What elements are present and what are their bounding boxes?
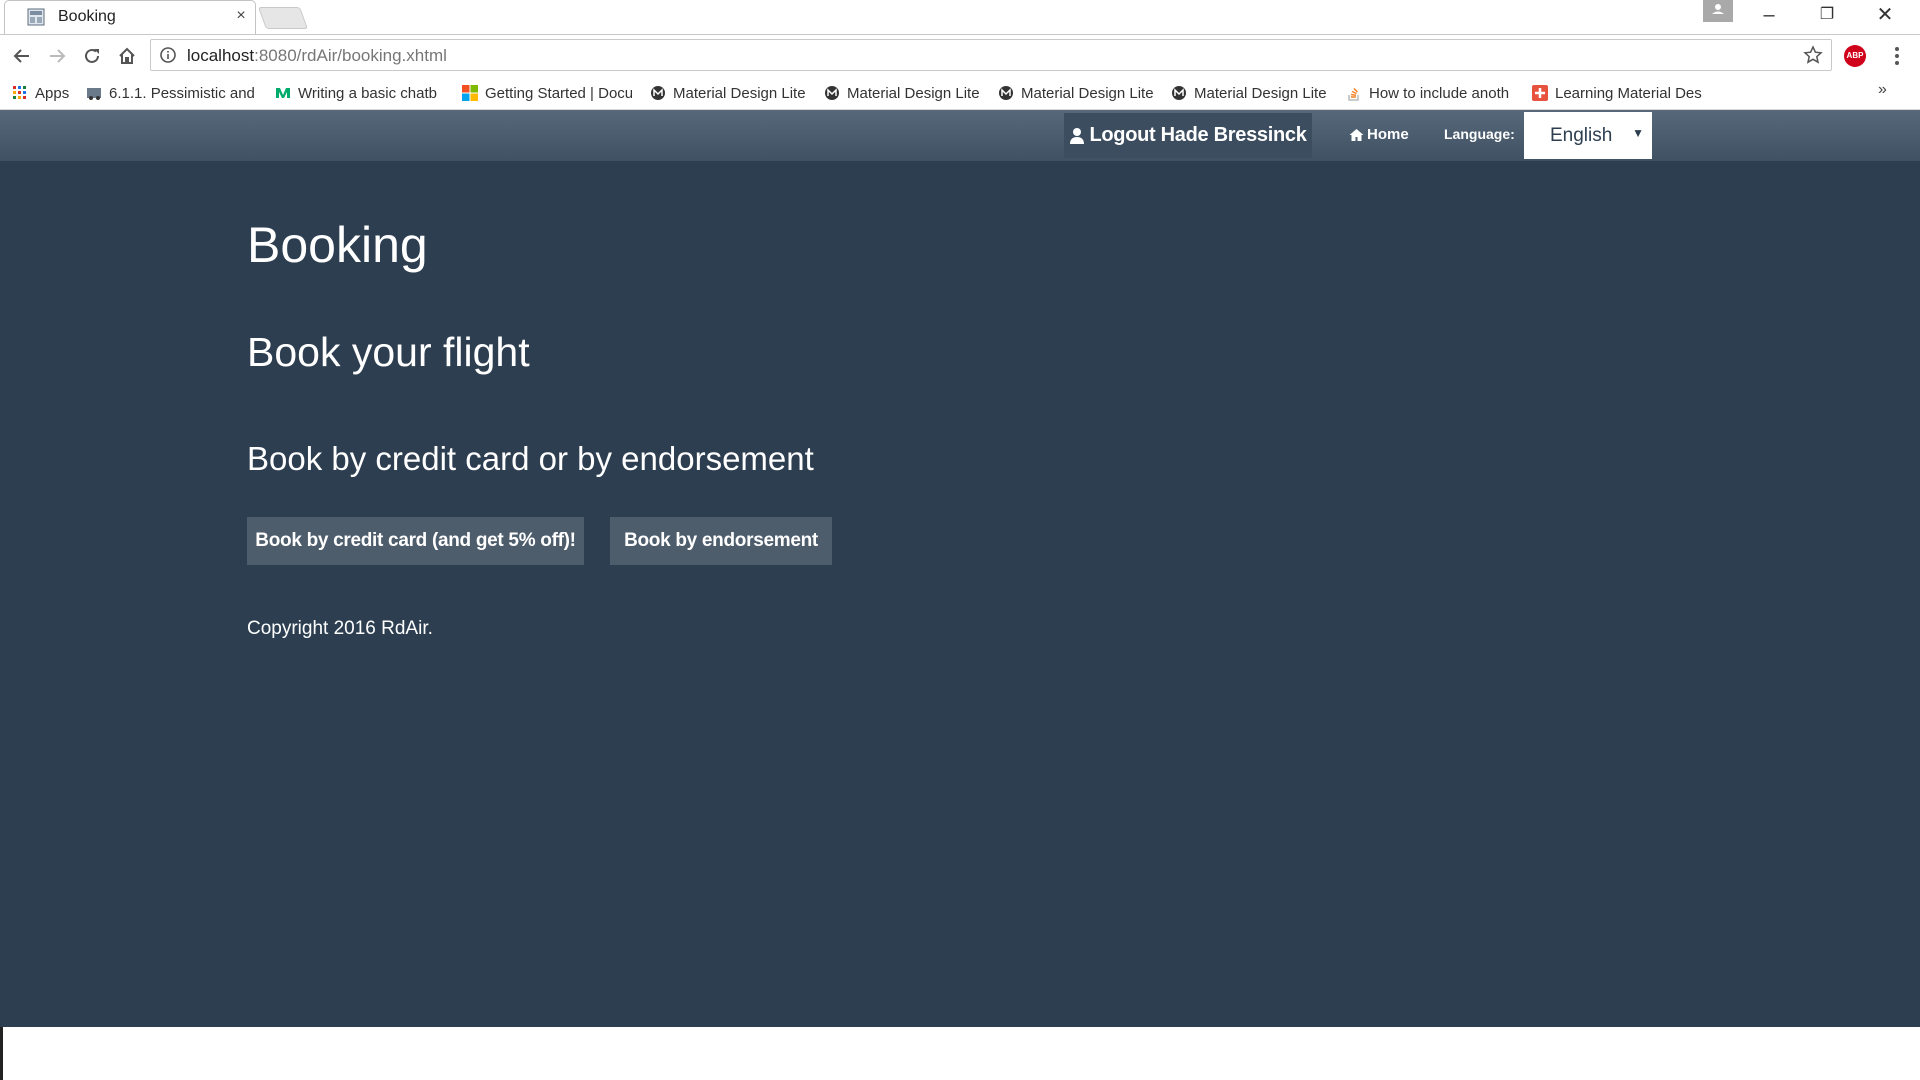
home-icon [1349,128,1364,141]
home-link[interactable]: Home [1349,126,1409,143]
microsoft-icon [462,85,478,101]
bottom-blank-area [0,1027,1920,1080]
apps-grid-icon [13,86,26,99]
top-navbar: Logout Hade Bressinck Home Language: Eng… [0,110,1920,161]
new-tab-button[interactable] [257,7,309,29]
minimize-button[interactable]: – [1740,0,1798,30]
profile-icon[interactable] [1703,0,1733,22]
browser-menu-icon[interactable] [1890,45,1904,67]
bookmark-chatbot[interactable]: Writing a basic chatb [275,83,445,103]
home-label: Home [1367,126,1409,143]
adblock-extension-icon[interactable]: ABP [1844,45,1866,67]
bookmark-label: Material Design Lite [847,84,980,102]
page-subtitle: Book your flight [247,329,530,375]
bookmark-jboss[interactable]: 6.1.1. Pessimistic and [86,83,256,103]
bookmarks-overflow-button[interactable]: » [1878,81,1887,99]
browser-toolbar: localhost:8080/rdAir/booking.xhtml ABP [0,35,1920,77]
bookmark-star-icon[interactable] [1803,45,1823,65]
address-bar[interactable]: localhost:8080/rdAir/booking.xhtml [150,39,1832,71]
page-favicon-icon [27,8,45,26]
bookmark-mdl-4[interactable]: Material Design Lite [1171,83,1331,103]
forward-icon[interactable] [43,42,71,70]
dropdown-caret-icon: ▼ [1632,126,1644,140]
page-body: Logout Hade Bressinck Home Language: Eng… [0,110,1920,1027]
restore-button[interactable]: ❐ [1798,0,1856,30]
bookmark-label: Apps [35,84,70,102]
bookmark-label: How to include anoth [1369,84,1510,102]
bookmark-mdl-2[interactable]: Material Design Lite [824,83,984,103]
language-selected-value: English [1550,125,1613,146]
reload-icon[interactable] [78,42,106,70]
back-icon[interactable] [8,42,36,70]
bookmark-label: Material Design Lite [1021,84,1154,102]
bookmark-label: Material Design Lite [1194,84,1327,102]
bookmarks-bar: Apps 6.1.1. Pessimistic and Writing a ba… [0,77,1920,110]
learning-icon [1532,85,1548,101]
tab-title: Booking [58,8,116,25]
section-heading: Book by credit card or by endorsement [247,440,814,477]
home-browser-icon[interactable] [113,42,141,70]
jboss-icon [87,88,101,100]
mdl-icon [825,86,839,100]
bookmark-stackoverflow[interactable]: How to include anoth [1346,83,1516,103]
copyright-text: Copyright 2016 RdAir. [247,618,433,639]
info-icon[interactable] [159,46,177,64]
bookmark-label: 6.1.1. Pessimistic and [109,84,255,102]
bookmark-mdl-3[interactable]: Material Design Lite [998,83,1158,103]
url-host: localhost [187,46,255,65]
page-title: Booking [247,217,428,273]
bookmark-mdl-1[interactable]: Material Design Lite [650,83,810,103]
tab-close-icon[interactable]: × [231,6,251,26]
medium-icon [276,88,290,98]
bookmark-learning-material[interactable]: Learning Material Des [1532,83,1704,103]
bookmark-getting-started[interactable]: Getting Started | Docu [462,83,632,103]
logout-button[interactable]: Logout Hade Bressinck [1064,113,1312,158]
mdl-icon [999,86,1013,100]
language-select[interactable]: English ▼ [1524,112,1652,159]
browser-tab-booking[interactable]: Booking × [4,0,256,34]
browser-tab-strip: Booking × – ❐ ✕ [0,0,1920,35]
mdl-icon [1172,86,1186,100]
bookmark-label: Learning Material Des [1555,84,1702,102]
logout-label: Logout Hade Bressinck [1089,124,1307,146]
bookmark-label: Getting Started | Docu [485,84,632,102]
mdl-icon [651,86,665,100]
stackoverflow-icon [1348,87,1359,101]
book-endorsement-button[interactable]: Book by endorsement [610,517,832,565]
url-text: localhost:8080/rdAir/booking.xhtml [187,46,447,66]
window-close-button[interactable]: ✕ [1856,0,1914,30]
language-label: Language: [1444,126,1515,142]
book-credit-card-button[interactable]: Book by credit card (and get 5% off)! [247,517,584,565]
bookmark-apps[interactable]: Apps [12,83,74,103]
user-icon [1070,127,1085,144]
bookmark-label: Writing a basic chatb [298,84,437,102]
url-path: :8080/rdAir/booking.xhtml [254,46,447,65]
bookmark-label: Material Design Lite [673,84,806,102]
